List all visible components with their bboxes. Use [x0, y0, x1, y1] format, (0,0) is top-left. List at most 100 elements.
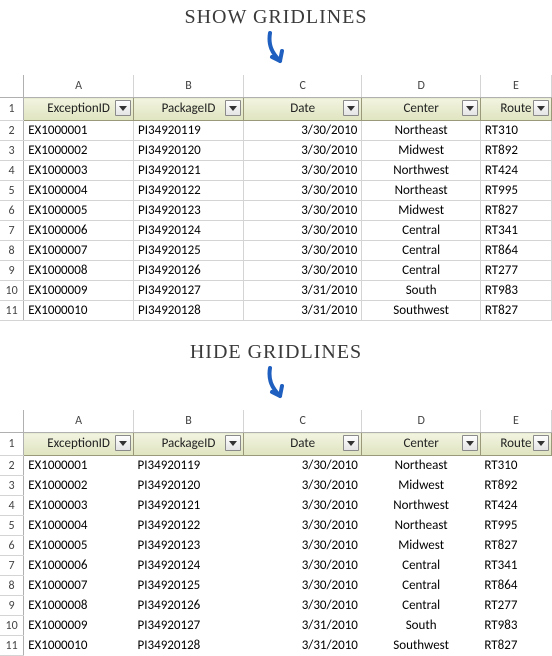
- cell[interactable]: RT310: [480, 121, 551, 141]
- cell[interactable]: South: [362, 616, 480, 636]
- column-header-B[interactable]: B: [134, 75, 244, 98]
- cell[interactable]: EX1000010: [24, 301, 134, 321]
- cell[interactable]: Midwest: [362, 141, 480, 161]
- cell[interactable]: EX1000008: [24, 596, 134, 616]
- cell[interactable]: 3/30/2010: [243, 141, 361, 161]
- cell[interactable]: EX1000003: [24, 161, 134, 181]
- cell[interactable]: PI34920122: [134, 181, 244, 201]
- row-header[interactable]: 10: [0, 616, 24, 636]
- cell[interactable]: 3/30/2010: [243, 456, 361, 476]
- cell[interactable]: PI34920126: [134, 261, 244, 281]
- cell[interactable]: PI34920126: [134, 596, 244, 616]
- cell[interactable]: Central: [362, 556, 480, 576]
- row-header[interactable]: 8: [0, 241, 24, 261]
- table-header-date[interactable]: Date: [243, 98, 361, 121]
- cell[interactable]: RT892: [480, 476, 551, 496]
- cell[interactable]: PI34920124: [134, 221, 244, 241]
- table-header-route[interactable]: Route: [480, 433, 551, 456]
- cell[interactable]: EX1000008: [24, 261, 134, 281]
- row-header[interactable]: 8: [0, 576, 24, 596]
- cell[interactable]: PI34920123: [134, 536, 244, 556]
- cell[interactable]: 3/30/2010: [243, 181, 361, 201]
- cell[interactable]: 3/30/2010: [243, 576, 361, 596]
- table-header-center[interactable]: Center: [362, 98, 480, 121]
- cell[interactable]: RT424: [480, 496, 551, 516]
- cell[interactable]: RT827: [480, 536, 551, 556]
- cell[interactable]: EX1000001: [24, 121, 134, 141]
- cell[interactable]: PI34920119: [134, 456, 244, 476]
- cell[interactable]: RT892: [480, 141, 551, 161]
- row-header[interactable]: 2: [0, 456, 24, 476]
- cell[interactable]: EX1000009: [24, 616, 134, 636]
- row-header[interactable]: 10: [0, 281, 24, 301]
- cell[interactable]: PI34920121: [134, 496, 244, 516]
- table-header-date[interactable]: Date: [243, 433, 361, 456]
- row-header[interactable]: 4: [0, 496, 24, 516]
- cell[interactable]: 3/30/2010: [243, 516, 361, 536]
- table-header-exceptionid[interactable]: ExceptionID: [24, 98, 134, 121]
- row-header[interactable]: 3: [0, 476, 24, 496]
- cell[interactable]: RT310: [480, 456, 551, 476]
- column-header-B[interactable]: B: [134, 410, 244, 433]
- row-header[interactable]: 2: [0, 121, 24, 141]
- row-header[interactable]: 1: [0, 433, 24, 456]
- filter-dropdown-icon[interactable]: [343, 100, 359, 116]
- cell[interactable]: Northeast: [362, 181, 480, 201]
- filter-dropdown-icon[interactable]: [343, 435, 359, 451]
- table-header-packageid[interactable]: PackageID: [134, 433, 244, 456]
- filter-dropdown-icon[interactable]: [115, 435, 131, 451]
- cell[interactable]: PI34920122: [134, 516, 244, 536]
- cell[interactable]: 3/31/2010: [243, 636, 361, 656]
- column-header-E[interactable]: E: [480, 75, 551, 98]
- column-header-C[interactable]: C: [243, 75, 361, 98]
- cell[interactable]: EX1000007: [24, 241, 134, 261]
- cell[interactable]: Central: [362, 596, 480, 616]
- column-header-E[interactable]: E: [480, 410, 551, 433]
- column-header-D[interactable]: D: [362, 75, 480, 98]
- cell[interactable]: 3/30/2010: [243, 536, 361, 556]
- cell[interactable]: PI34920127: [134, 281, 244, 301]
- filter-dropdown-icon[interactable]: [225, 100, 241, 116]
- select-all-corner[interactable]: [0, 75, 24, 98]
- row-header[interactable]: 7: [0, 556, 24, 576]
- cell[interactable]: 3/30/2010: [243, 261, 361, 281]
- cell[interactable]: PI34920121: [134, 161, 244, 181]
- column-header-A[interactable]: A: [24, 75, 134, 98]
- cell[interactable]: RT995: [480, 181, 551, 201]
- cell[interactable]: RT827: [480, 636, 551, 656]
- cell[interactable]: 3/30/2010: [243, 476, 361, 496]
- row-header[interactable]: 4: [0, 161, 24, 181]
- cell[interactable]: RT983: [480, 281, 551, 301]
- row-header[interactable]: 11: [0, 301, 24, 321]
- cell[interactable]: Northeast: [362, 456, 480, 476]
- table-header-center[interactable]: Center: [362, 433, 480, 456]
- cell[interactable]: Central: [362, 261, 480, 281]
- filter-dropdown-icon[interactable]: [533, 435, 549, 451]
- cell[interactable]: RT277: [480, 261, 551, 281]
- cell[interactable]: EX1000006: [24, 221, 134, 241]
- cell[interactable]: RT277: [480, 596, 551, 616]
- cell[interactable]: 3/30/2010: [243, 596, 361, 616]
- cell[interactable]: 3/30/2010: [243, 121, 361, 141]
- row-header[interactable]: 9: [0, 261, 24, 281]
- table-header-exceptionid[interactable]: ExceptionID: [24, 433, 134, 456]
- cell[interactable]: RT983: [480, 616, 551, 636]
- cell[interactable]: EX1000001: [24, 456, 134, 476]
- cell[interactable]: 3/31/2010: [243, 281, 361, 301]
- filter-dropdown-icon[interactable]: [533, 100, 549, 116]
- cell[interactable]: South: [362, 281, 480, 301]
- row-header[interactable]: 7: [0, 221, 24, 241]
- cell[interactable]: 3/31/2010: [243, 616, 361, 636]
- cell[interactable]: PI34920119: [134, 121, 244, 141]
- table-header-packageid[interactable]: PackageID: [134, 98, 244, 121]
- cell[interactable]: PI34920124: [134, 556, 244, 576]
- cell[interactable]: EX1000002: [24, 476, 134, 496]
- cell[interactable]: PI34920120: [134, 476, 244, 496]
- cell[interactable]: PI34920120: [134, 141, 244, 161]
- cell[interactable]: RT864: [480, 576, 551, 596]
- cell[interactable]: EX1000004: [24, 181, 134, 201]
- cell[interactable]: EX1000009: [24, 281, 134, 301]
- cell[interactable]: EX1000002: [24, 141, 134, 161]
- row-header[interactable]: 5: [0, 181, 24, 201]
- cell[interactable]: EX1000003: [24, 496, 134, 516]
